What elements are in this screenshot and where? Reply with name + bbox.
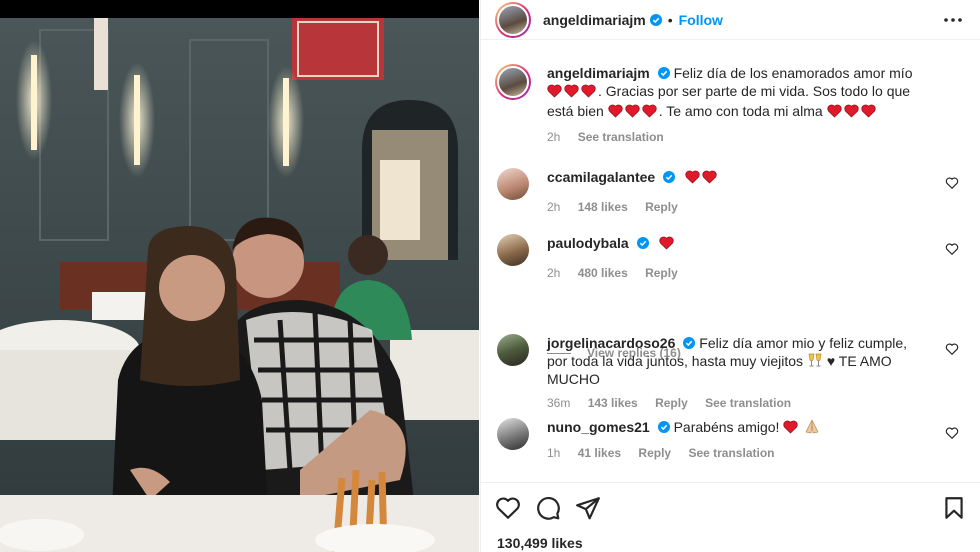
comment-text: Parabéns amigo!: [673, 419, 780, 435]
caption-body: angeldimariajm Feliz día de los enamorad…: [547, 64, 927, 146]
comment-row: ccamilagalantee 2h 148 likes Reply: [495, 168, 965, 218]
caption-text-3: . Te amo con toda mi alma: [658, 103, 823, 119]
post-photo[interactable]: [0, 0, 479, 552]
comment-meta: 36m 143 likes Reply See translation: [547, 394, 927, 412]
verified-badge-icon: [649, 13, 662, 26]
heart-emoji-group: [547, 84, 598, 102]
red-heart-emoji-icon: [625, 104, 640, 118]
likes-count[interactable]: 130,499 likes: [497, 535, 583, 551]
see-translation-link[interactable]: See translation: [688, 446, 774, 460]
comment-body: jorgelinacardoso26 Feliz día amor mio y …: [547, 334, 927, 412]
red-heart-emoji-icon: [783, 420, 798, 434]
reply-button[interactable]: Reply: [638, 446, 671, 460]
post-side-panel: angeldimariajm • Follow angeldimariajm F…: [480, 0, 980, 552]
comment-time: 36m: [547, 396, 571, 410]
bookmark-icon[interactable]: [941, 495, 967, 521]
comment-meta: 2h 480 likes Reply: [547, 264, 927, 282]
commenter-avatar[interactable]: [497, 168, 529, 200]
caption-text-1: Feliz día de los enamorados amor mío: [673, 65, 913, 81]
comment-username[interactable]: paulodybala: [547, 235, 629, 251]
follow-button[interactable]: Follow: [679, 12, 723, 28]
reply-button[interactable]: Reply: [645, 266, 678, 280]
share-icon[interactable]: [575, 495, 601, 521]
post-image: [0, 0, 479, 552]
comment-time: 1h: [547, 446, 561, 460]
comment-body: paulodybala 2h 480 likes Reply: [547, 234, 927, 282]
comment-row: nuno_gomes21 Parabéns amigo! 1h 41 likes…: [495, 418, 965, 468]
comment-row: paulodybala 2h 480 likes Reply: [495, 234, 965, 284]
comment-meta: 1h 41 likes Reply See translation: [547, 444, 927, 462]
verified-badge-icon: [657, 421, 670, 433]
clinking-glasses-emoji-icon: [808, 353, 822, 367]
comment-username[interactable]: jorgelinacardoso26: [547, 335, 675, 351]
top-black-bar: [0, 0, 479, 18]
caption-avatar[interactable]: [495, 64, 531, 100]
post-header: angeldimariajm • Follow: [481, 0, 980, 40]
comment-icon[interactable]: [535, 495, 561, 521]
see-translation-link[interactable]: See translation: [705, 396, 791, 410]
comment-likes[interactable]: 480 likes: [578, 266, 628, 280]
like-comment-heart-icon[interactable]: [945, 176, 959, 190]
like-comment-heart-icon[interactable]: [945, 342, 959, 356]
more-options-icon[interactable]: [943, 12, 963, 28]
commenter-avatar[interactable]: [497, 334, 529, 366]
comment-username[interactable]: ccamilagalantee: [547, 169, 655, 185]
reply-button[interactable]: Reply: [645, 200, 678, 214]
red-heart-emoji-icon: [826, 104, 842, 118]
comment-row: jorgelinacardoso26 Feliz día amor mio y …: [495, 334, 965, 410]
comment-likes[interactable]: 148 likes: [578, 200, 628, 214]
author-avatar[interactable]: [495, 1, 531, 38]
like-comment-heart-icon[interactable]: [945, 426, 959, 440]
commenter-avatar[interactable]: [497, 418, 529, 450]
red-heart-emoji-icon: [564, 84, 579, 98]
reply-button[interactable]: Reply: [655, 396, 688, 410]
red-heart-emoji-icon: [702, 170, 717, 184]
comment-likes[interactable]: 143 likes: [588, 396, 638, 410]
comment-body: ccamilagalantee 2h 148 likes Reply: [547, 168, 927, 216]
red-heart-emoji-icon: [843, 104, 859, 118]
red-heart-emoji-icon: [658, 236, 674, 250]
heart-emoji-group: [826, 104, 878, 122]
heart-emoji-group: [685, 170, 719, 188]
verified-badge-icon: [657, 67, 670, 79]
heart-emoji-group: [608, 104, 659, 122]
author-username[interactable]: angeldimariajm: [543, 12, 646, 28]
verified-badge-icon: [636, 237, 649, 249]
red-heart-emoji-icon: [860, 104, 876, 118]
red-heart-emoji-icon: [685, 170, 700, 184]
caption-meta: 2h See translation: [547, 128, 927, 146]
folded-hands-emoji-icon: [805, 419, 819, 434]
verified-badge-icon: [663, 171, 676, 183]
like-comment-heart-icon[interactable]: [945, 242, 959, 256]
red-heart-emoji-icon: [581, 84, 596, 98]
post-actions-bar: 130,499 likes: [481, 482, 980, 552]
verified-badge-icon: [683, 337, 696, 349]
caption-username[interactable]: angeldimariajm: [547, 65, 650, 81]
red-heart-emoji-icon: [642, 104, 657, 118]
comment-username[interactable]: nuno_gomes21: [547, 419, 650, 435]
comment-time: 2h: [547, 200, 561, 214]
separator-dot: •: [667, 11, 673, 28]
caption-row: angeldimariajm Feliz día de los enamorad…: [495, 64, 965, 164]
heart-emoji-group: [658, 236, 676, 254]
comment-time: 2h: [547, 266, 561, 280]
comment-meta: 2h 148 likes Reply: [547, 198, 927, 216]
comment-likes[interactable]: 41 likes: [578, 446, 621, 460]
caption-time: 2h: [547, 130, 561, 144]
heart-emoji-group: [783, 420, 800, 438]
commenter-avatar[interactable]: [497, 234, 529, 266]
comments-list[interactable]: angeldimariajm Feliz día de los enamorad…: [481, 52, 980, 482]
see-translation-link[interactable]: See translation: [578, 130, 664, 144]
red-heart-emoji-icon: [608, 104, 623, 118]
heart-icon[interactable]: [495, 495, 521, 521]
comment-body: nuno_gomes21 Parabéns amigo! 1h 41 likes…: [547, 418, 927, 462]
red-heart-emoji-icon: [547, 84, 562, 98]
